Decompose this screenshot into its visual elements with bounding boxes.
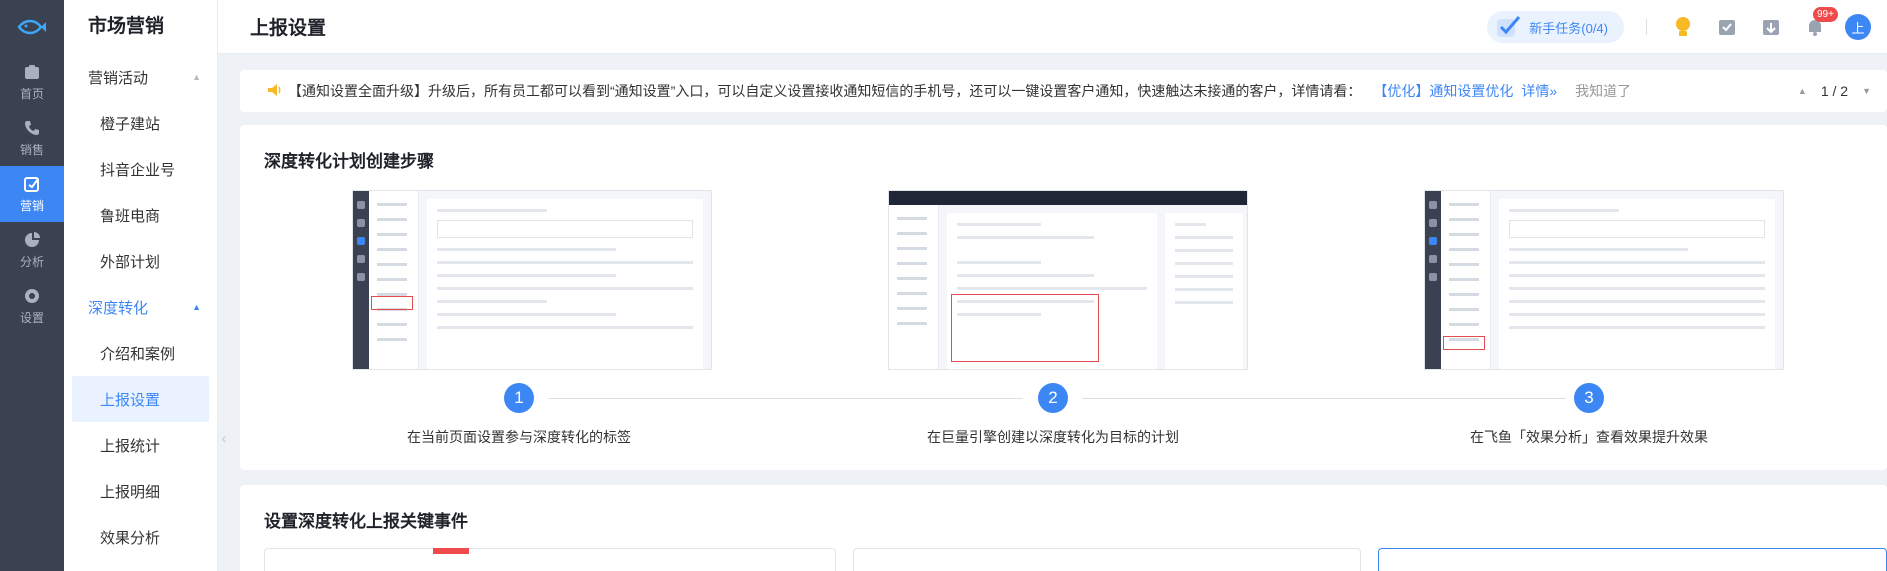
notice-link[interactable]: 【优化】通知设置优化 — [1373, 81, 1513, 101]
avatar[interactable]: 上 — [1845, 14, 1871, 40]
rail-item-sales[interactable]: 销售 — [0, 110, 64, 166]
bell-icon[interactable]: 99+ — [1801, 7, 1838, 41]
gear-icon — [25, 288, 39, 303]
event-option-card[interactable] — [264, 548, 836, 571]
rail-label-settings: 设置 — [19, 310, 44, 325]
top-header: 上报设置 新手任务(0/4) 99+ 上 — [218, 0, 1887, 54]
step-1-label: 在当前页面设置参与深度转化的标签 — [407, 429, 631, 445]
rail-label-home: 首页 — [19, 86, 44, 101]
analysis-icon — [25, 231, 40, 247]
events-card-title: 设置深度转化上报关键事件 — [264, 512, 468, 531]
sidebar-item-report-details[interactable]: 上报明细 — [64, 468, 217, 514]
sidebar-item-effect-analysis[interactable]: 效果分析 — [64, 514, 217, 560]
fish-logo-icon[interactable] — [0, 0, 64, 54]
step-2-label: 在巨量引擎创建以深度转化为目标的计划 — [927, 429, 1179, 445]
sidebar-group-campaigns[interactable]: 营销活动 ▲ — [64, 54, 217, 100]
event-option-card[interactable] — [1378, 548, 1887, 571]
icon-rail: 首页 销售 营销 分析 设置 — [0, 0, 64, 571]
page-title: 上报设置 — [250, 18, 327, 39]
lightbulb-icon[interactable] — [1669, 13, 1697, 41]
notification-badge: 99+ — [1813, 7, 1838, 22]
home-icon — [25, 64, 39, 79]
sidebar-group-label: 深度转化 — [88, 299, 149, 317]
notice-detail-link[interactable]: 详情» — [1521, 81, 1557, 101]
steps-card: 深度转化计划创建步骤 1 2 3 在当前页面设置参与深度转化的标签 在巨量引擎创… — [240, 125, 1887, 470]
event-tag — [433, 548, 469, 554]
step-3-number: 3 — [1574, 383, 1604, 413]
sidebar-item-external[interactable]: 外部计划 — [64, 238, 217, 284]
notice-pager: ▲ 1 / 2 ▼ — [1798, 70, 1871, 112]
rail-label-marketing: 营销 — [19, 198, 44, 213]
rail-item-home[interactable]: 首页 — [0, 54, 64, 110]
event-option-card[interactable] — [853, 548, 1361, 571]
marketing-icon — [24, 176, 39, 192]
steps-connector — [1082, 398, 1566, 399]
sidebar-group-deep-conversion[interactable]: 深度转化 ▲ — [64, 284, 217, 330]
sidebar-title: 市场营销 — [88, 16, 165, 37]
notice-dismiss-button[interactable]: 我知道了 — [1575, 81, 1631, 101]
sidebar-item-report-settings[interactable]: 上报设置 — [72, 376, 209, 422]
todo-check-icon[interactable] — [1713, 13, 1741, 41]
sidebar-group-label: 营销活动 — [88, 69, 149, 87]
steps-connector — [548, 398, 1023, 399]
pager-prev-icon[interactable]: ▲ — [1798, 86, 1807, 96]
sidebar-item-report-stats[interactable]: 上报统计 — [64, 422, 217, 468]
steps-card-title: 深度转化计划创建步骤 — [264, 152, 434, 171]
rail-item-analysis[interactable]: 分析 — [0, 222, 64, 278]
sidebar: 市场营销 营销活动 ▲ 橙子建站 抖音企业号 鲁班电商 外部计划 深度转化 ▲ … — [64, 0, 218, 571]
sidebar-item-luban[interactable]: 鲁班电商 — [64, 192, 217, 238]
notice-bar: 【通知设置全面升级】升级后，所有员工都可以看到“通知设置”入口，可以自定义设置接… — [240, 70, 1887, 112]
rail-item-marketing[interactable]: 营销 — [0, 166, 64, 222]
header-actions: 新手任务(0/4) 99+ 上 — [1487, 0, 1871, 54]
announcement-icon — [266, 82, 282, 101]
phone-icon — [25, 120, 39, 135]
rail-label-analysis: 分析 — [19, 254, 44, 269]
step-2-screenshot — [888, 190, 1248, 370]
sidebar-item-douyin[interactable]: 抖音企业号 — [64, 146, 217, 192]
caret-up-icon: ▲ — [192, 302, 201, 312]
step-1-screenshot — [352, 190, 712, 370]
step-2-number: 2 — [1038, 383, 1068, 413]
newbie-task-button[interactable]: 新手任务(0/4) — [1487, 11, 1624, 43]
notice-text: 【通知设置全面升级】升级后，所有员工都可以看到“通知设置”入口，可以自定义设置接… — [288, 83, 1362, 99]
step-1-number: 1 — [504, 383, 534, 413]
pager-text: 1 / 2 — [1820, 83, 1849, 99]
newbie-task-label: 新手任务(0/4) — [1529, 20, 1608, 36]
step-3-label: 在飞鱼「效果分析」查看效果提升效果 — [1470, 429, 1708, 445]
caret-up-icon: ▲ — [192, 72, 201, 82]
rail-item-settings[interactable]: 设置 — [0, 278, 64, 334]
sidebar-item-intro[interactable]: 介绍和案例 — [64, 330, 217, 376]
rail-label-sales: 销售 — [19, 142, 44, 157]
download-icon[interactable] — [1757, 13, 1785, 41]
events-card: 设置深度转化上报关键事件 — [240, 485, 1887, 571]
header-divider — [1646, 19, 1647, 35]
sidebar-collapse-handle-icon[interactable]: ‹ — [218, 420, 230, 456]
pager-next-icon[interactable]: ▼ — [1862, 86, 1871, 96]
sidebar-item-chengzi[interactable]: 橙子建站 — [64, 100, 217, 146]
task-check-icon — [1497, 16, 1521, 37]
step-3-screenshot — [1424, 190, 1784, 370]
